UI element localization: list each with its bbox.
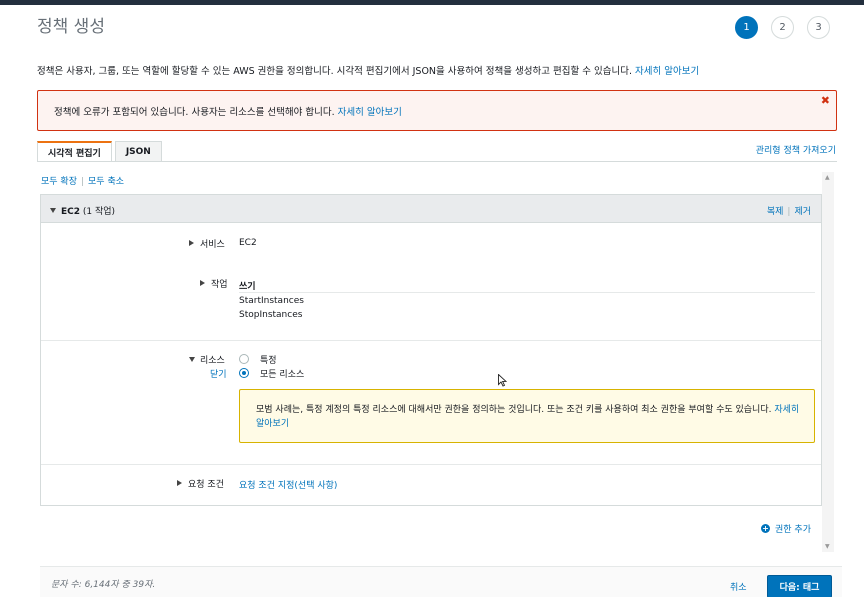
step-indicator: 1 2 3 [735,16,830,39]
expand-collapse-controls: 모두 확장 | 모두 축소 [41,174,124,187]
service-label: 서비스 [200,240,225,250]
section-divider [41,340,821,341]
radio-specific-label: 특정 [260,356,277,366]
resources-close-link[interactable]: 닫기 [210,367,227,380]
chevron-right-icon[interactable] [200,280,205,286]
cancel-link[interactable]: 취소 [730,580,747,593]
notice-text: 모범 사례는, 특정 계정의 특정 리소스에 대해서만 권한을 정의하는 것입니… [256,404,804,432]
tabs-divider [37,161,837,162]
import-managed-policy-link[interactable]: 관리형 정책 가져오기 [756,143,836,156]
permission-panel: EC2 (1 작업) 복제 | 제거 서비스 EC2 작업 쓰기 StartInst… [40,194,822,506]
actions-row-label[interactable]: 작업 [200,277,228,290]
chevron-down-icon[interactable] [50,208,56,213]
chevron-right-icon[interactable] [177,480,182,486]
plus-icon: + [761,523,771,533]
error-alert: 정책에 오류가 포함되어 있습니다. 사용자는 리소스를 선택해야 합니다. 자… [37,90,837,131]
panel-header[interactable]: EC2 (1 작업) 복제 | 제거 [41,195,821,223]
actions-divider [239,292,815,293]
conditions-label: 요청 조건 [188,480,224,490]
radio-all-resources-label: 모든 리소스 [260,370,305,380]
expand-all-link[interactable]: 모두 확장 [41,177,77,187]
error-learn-more-link[interactable]: 자세히 알아보기 [338,107,402,118]
footer-bar: 문자 수: 6,144자 중 39자. 취소 다음: 태그 [40,566,842,597]
panel-actions: 복제 | 제거 [767,204,811,217]
panel-title: EC2 (1 작업) [50,204,115,217]
intro-text: 정책은 사용자, 그룹, 또는 역할에 할당할 수 있는 AWS 권한을 정의합… [37,63,699,77]
separator: | [787,207,791,217]
actions-group: 쓰기 [239,282,256,292]
close-icon[interactable]: ✖ [821,94,830,107]
add-permission-button[interactable]: + 권한 추가 [761,522,811,535]
collapse-all-link[interactable]: 모두 축소 [88,177,124,187]
error-description: 정책에 오류가 포함되어 있습니다. 사용자는 리소스를 선택해야 합니다. [54,107,338,118]
action-count: (1 작업) [82,207,116,217]
step-3[interactable]: 3 [807,16,830,39]
editor-tabs: 시각적 편집기 JSON [37,141,162,162]
specify-conditions-link[interactable]: 요청 조건 지정(선택 사항) [239,478,337,491]
error-message: 정책에 오류가 포함되어 있습니다. 사용자는 리소스를 선택해야 합니다. 자… [54,104,402,118]
resources-label: 리소스 [200,356,225,366]
separator: | [80,177,85,187]
scroll-down-icon[interactable]: ▼ [825,543,830,550]
scrollbar[interactable]: ▲ ▼ [822,172,834,552]
tab-visual-editor[interactable]: 시각적 편집기 [37,141,112,162]
step-2[interactable]: 2 [771,16,794,39]
remove-link[interactable]: 제거 [794,207,811,217]
radio-all-resources[interactable] [239,368,249,378]
page-title: 정책 생성 [37,17,105,37]
duplicate-link[interactable]: 복제 [767,207,784,217]
radio-specific[interactable] [239,354,249,364]
top-bar [0,0,864,5]
actions-label: 작업 [211,280,228,290]
action-item: StopInstances [239,310,303,320]
notice-description: 모범 사례는, 특정 계정의 특정 리소스에 대해서만 권한을 정의하는 것입니… [256,405,775,415]
service-name: EC2 [61,207,81,217]
chevron-right-icon[interactable] [189,240,194,246]
best-practice-notice: 모범 사례는, 특정 계정의 특정 리소스에 대해서만 권한을 정의하는 것입니… [239,389,815,443]
conditions-row-label[interactable]: 요청 조건 [177,477,224,490]
next-tags-button[interactable]: 다음: 태그 [767,575,832,597]
character-count: 문자 수: 6,144자 중 39자. [51,580,156,590]
step-1[interactable]: 1 [735,16,758,39]
section-divider [41,464,821,465]
intro-description: 정책은 사용자, 그룹, 또는 역할에 할당할 수 있는 AWS 권한을 정의합… [37,66,635,77]
action-item: StartInstances [239,296,304,306]
tab-json[interactable]: JSON [114,141,162,162]
service-value: EC2 [239,238,257,248]
scroll-up-icon[interactable]: ▲ [825,174,830,181]
resources-row-label[interactable]: 리소스 [189,353,225,366]
service-row-label[interactable]: 서비스 [189,237,225,250]
intro-learn-more-link[interactable]: 자세히 알아보기 [635,66,699,77]
add-permission-label: 권한 추가 [775,525,811,535]
chevron-down-icon[interactable] [189,357,195,362]
